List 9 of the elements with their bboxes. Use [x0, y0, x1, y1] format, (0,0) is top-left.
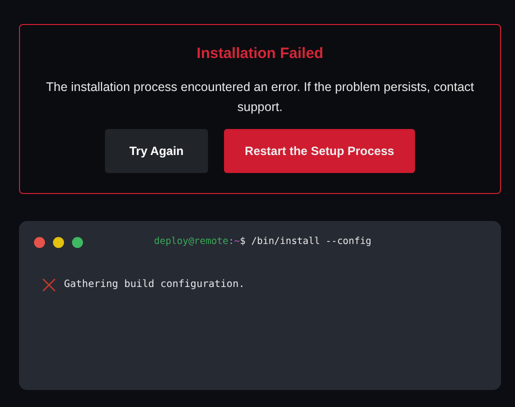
error-message: The installation process encountered an error. If the problem persists, contact support. — [44, 79, 475, 116]
restart-button[interactable]: Restart the Setup Process — [224, 129, 415, 173]
retry-button[interactable]: Try Again — [105, 129, 208, 173]
terminal-prompt: deploy@remote:~$ /bin/install --config — [154, 235, 372, 249]
error-title: Installation Failed — [196, 45, 324, 63]
log-line: Gathering build configuration. — [64, 278, 245, 292]
minimize-dot — [53, 236, 64, 248]
maximize-dot — [72, 236, 83, 248]
close-dot — [34, 236, 45, 248]
